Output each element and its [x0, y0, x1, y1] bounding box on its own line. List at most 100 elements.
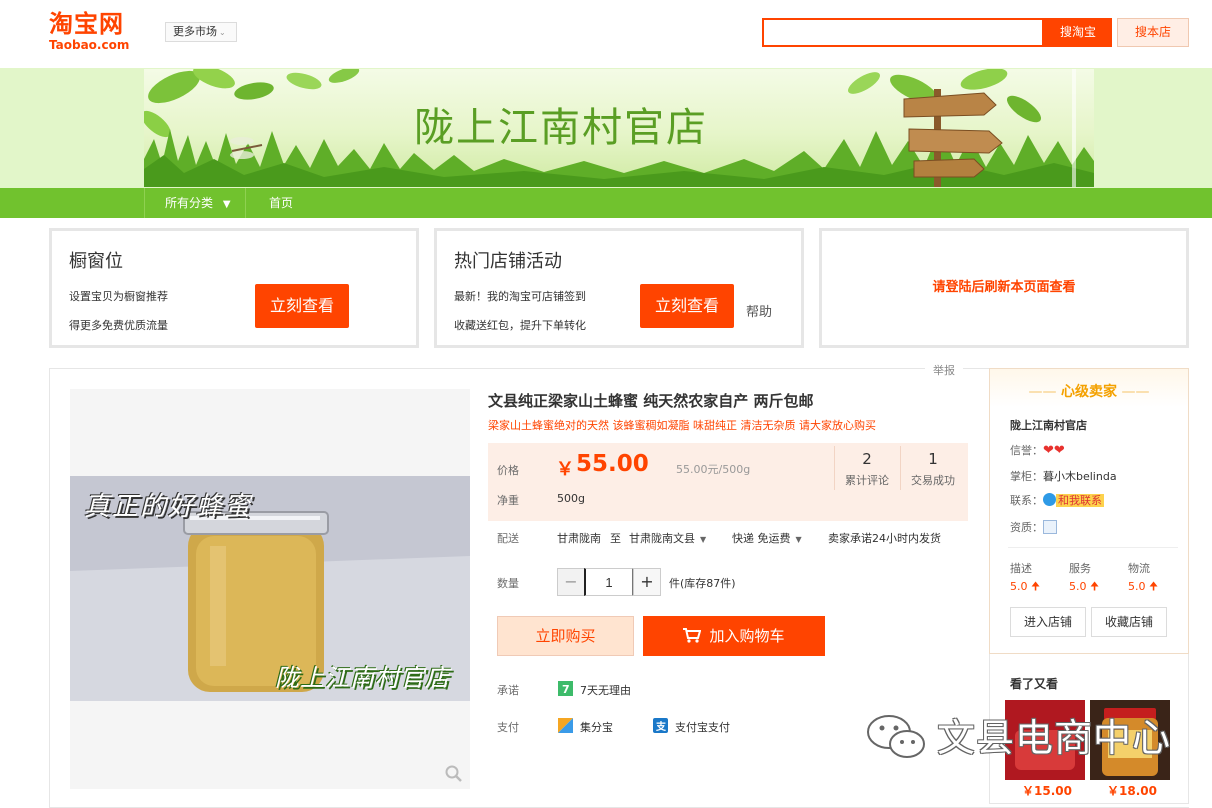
login-refresh-notice[interactable]: 请登陆后刷新本页面查看	[822, 276, 1186, 295]
delivery-to-word: 至	[610, 532, 621, 545]
promo-title: 橱窗位	[69, 251, 123, 272]
stock-text: 件(库存87件)	[669, 577, 736, 590]
photo-caption-top: 真正的好蜂蜜	[84, 492, 253, 522]
seven-day-return-icon: 7	[558, 681, 573, 696]
keeper-name[interactable]: 暮小木belinda	[1043, 470, 1117, 483]
quantity-minus-button[interactable]: −	[557, 568, 585, 596]
chevron-down-icon: ⌄	[219, 28, 226, 37]
shipping-promise: 卖家承诺24小时内发货	[828, 532, 941, 545]
enter-shop-button[interactable]: 进入店铺	[1010, 607, 1086, 637]
rating-logistics-label: 物流	[1128, 562, 1150, 575]
nav-all-categories[interactable]: 所有分类 ▼	[144, 188, 246, 218]
alipay-icon: 支	[653, 718, 668, 733]
item-price: 55.00	[576, 451, 649, 477]
arrow-up-icon: 🠉	[1090, 580, 1100, 593]
add-to-cart-button[interactable]: 加入购物车	[643, 616, 825, 656]
payment-label: 支付	[497, 721, 519, 734]
promo-line: 收藏送红包，提升下单转化	[454, 319, 586, 332]
svg-text:7: 7	[562, 683, 570, 696]
contact-label: 联系：	[1010, 494, 1043, 507]
nav-all-categories-label: 所有分类	[165, 196, 214, 210]
promo-login-box: 请登陆后刷新本页面查看	[819, 228, 1189, 348]
keeper-label: 掌柜：	[1010, 470, 1043, 483]
rating-description-value: 5.0 🠉	[1010, 578, 1040, 597]
weight-value: 500g	[557, 492, 585, 505]
more-market-dropdown[interactable]: 更多市场 ⌄	[165, 22, 237, 42]
arrow-up-icon: 🠉	[1031, 580, 1041, 593]
recommended-item-price: ￥18.00	[1107, 784, 1157, 798]
seller-level-text: 心级卖家	[1061, 384, 1117, 400]
weight-label: 净重	[497, 494, 519, 507]
rating-description-label: 描述	[1010, 562, 1032, 575]
item-main-photo[interactable]: 真正的好蜂蜜 陇上江南村官店	[70, 476, 470, 701]
cart-icon	[683, 628, 702, 643]
reviews-count[interactable]: 2	[832, 450, 902, 468]
caret-down-icon: ▼	[795, 535, 802, 544]
rating-value: 5.0	[1069, 580, 1087, 593]
rating-logistics-value: 5.0 🠉	[1128, 578, 1158, 597]
caret-down-icon: ▼	[222, 199, 231, 210]
view-now-button[interactable]: 立刻查看	[640, 284, 734, 328]
qualification-badge-icon[interactable]	[1043, 520, 1057, 534]
promo-line: 得更多免费优质流量	[69, 319, 168, 332]
promo-title: 热门店铺活动	[454, 251, 562, 272]
delivery-to-dropdown[interactable]: 甘肃陇南文县 ▼	[629, 530, 706, 546]
shipping-dropdown[interactable]: 快递 免运费 ▼	[732, 530, 802, 546]
watermark-text: 文县电商中心	[937, 716, 1172, 760]
more-market-label: 更多市场	[173, 25, 217, 38]
rating-value: 5.0	[1128, 580, 1146, 593]
quantity-label: 数量	[497, 577, 519, 590]
buy-now-button[interactable]: 立即购买	[497, 616, 634, 656]
delivery-from: 甘肃陇南	[557, 532, 601, 545]
rating-service-label: 服务	[1069, 562, 1091, 575]
zoom-magnifier-icon[interactable]	[445, 765, 463, 783]
recommended-item-price: ￥15.00	[1022, 784, 1072, 798]
delivery-label: 配送	[497, 532, 519, 545]
promo-activity-box: 热门店铺活动 最新！我的淘宝可店铺签到 收藏送红包，提升下单转化 立刻查看 帮助	[434, 228, 804, 348]
promo-line: 最新！我的淘宝可店铺签到	[454, 290, 586, 303]
reviews-label[interactable]: 累计评论	[832, 472, 902, 488]
wangwang-icon	[1043, 493, 1056, 506]
quantity-plus-button[interactable]: +	[633, 568, 661, 596]
rating-value: 5.0	[1010, 580, 1028, 593]
deals-count[interactable]: 1	[898, 450, 968, 468]
pay-option-alipay[interactable]: 支付宝支付	[675, 719, 730, 735]
seller-level-title: —— 心级卖家 ——	[1028, 384, 1150, 400]
delivery-to-value: 甘肃陇南文县	[629, 532, 695, 545]
taobao-logo[interactable]: 淘宝网 Taobao.com	[49, 10, 149, 52]
pay-option-jifenbao[interactable]: 集分宝	[580, 719, 613, 735]
add-to-cart-label: 加入购物车	[709, 627, 785, 645]
seven-day-return-text[interactable]: 7天无理由	[580, 682, 631, 698]
currency-symbol: ￥	[556, 459, 574, 480]
rating-service-value: 5.0 🠉	[1069, 578, 1099, 597]
nav-home[interactable]: 首页	[269, 188, 293, 218]
wechat-logo-icon	[867, 715, 925, 758]
quantity-input[interactable]	[584, 568, 634, 596]
promise-label: 承诺	[497, 684, 519, 697]
shipping-value: 快递 免运费	[732, 532, 791, 545]
item-title: 文县纯正梁家山土蜂蜜 纯天然农家自产 两斤包邮	[488, 392, 814, 410]
help-link[interactable]: 帮助	[746, 301, 772, 320]
logo-text-en: Taobao.com	[49, 38, 130, 52]
seller-contact-row: 联系： 和我联系	[1010, 492, 1104, 508]
logo-text-cn: 淘宝网	[49, 10, 124, 38]
report-link[interactable]: 举报	[925, 362, 963, 378]
shop-banner: 陇上江南村官店	[144, 69, 1094, 187]
seller-credit-row: 信誉：❤❤	[1010, 442, 1065, 458]
item-subtitle: 梁家山土蜂蜜绝对的天然 该蜂蜜稠如凝脂 味甜纯正 清洁无杂质 请大家放心购买	[488, 419, 876, 432]
photo-caption-bottom: 陇上江南村官店	[275, 664, 450, 692]
jifenbao-icon	[558, 718, 573, 733]
promo-line: 设置宝贝为橱窗推荐	[69, 290, 168, 303]
search-taobao-button[interactable]: 搜淘宝	[1044, 18, 1112, 47]
search-input[interactable]	[762, 18, 1044, 47]
deals-label[interactable]: 交易成功	[898, 472, 968, 488]
unit-price: 55.00元/500g	[676, 463, 751, 476]
view-now-button[interactable]: 立刻查看	[255, 284, 349, 328]
price-label: 价格	[497, 464, 519, 477]
search-shop-button[interactable]: 搜本店	[1117, 18, 1189, 47]
arrow-up-icon: 🠉	[1149, 580, 1159, 593]
contact-me-button[interactable]: 和我联系	[1056, 494, 1104, 507]
favorite-shop-button[interactable]: 收藏店铺	[1091, 607, 1167, 637]
seller-divider	[1008, 547, 1178, 548]
seller-shop-name[interactable]: 陇上江南村官店	[1010, 417, 1087, 433]
